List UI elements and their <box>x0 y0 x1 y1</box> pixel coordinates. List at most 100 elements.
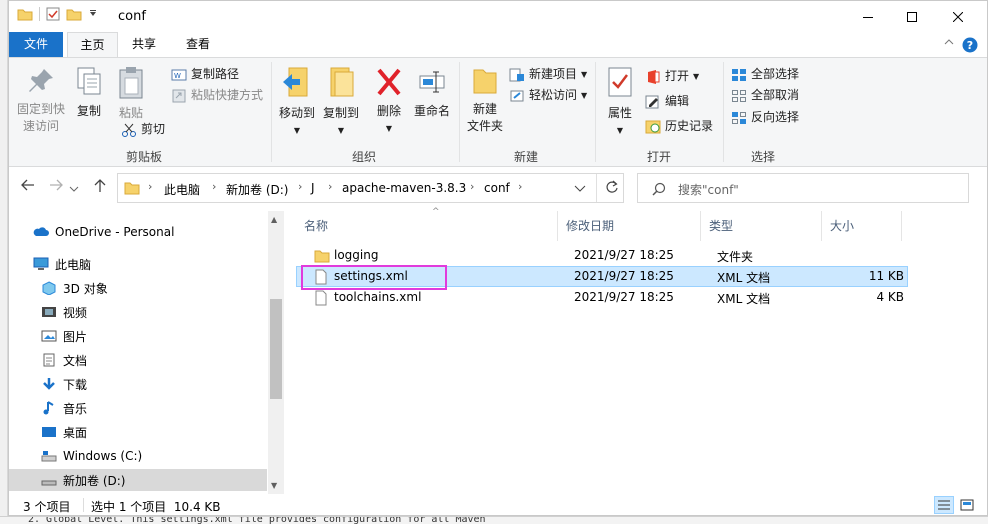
close-button[interactable] <box>935 1 981 32</box>
paste-shortcut-icon <box>172 89 186 102</box>
address-bar[interactable]: › 此电脑 › 新加卷 (D:) › J › apache-maven-3.8.… <box>117 173 624 203</box>
pin-quick-access-button[interactable]: 固定到快 速访问 <box>15 66 67 135</box>
chevron-down-icon[interactable] <box>88 9 98 19</box>
column-header-size[interactable]: 大小 <box>822 211 902 241</box>
breadcrumb-conf[interactable]: conf <box>484 181 510 195</box>
ribbon-separator <box>459 62 460 162</box>
rename-button[interactable]: 重命名 <box>411 66 453 120</box>
copy-path-button[interactable]: W 复制路径 <box>171 66 239 83</box>
cloud-icon <box>33 227 49 236</box>
navigation-pane: OneDrive - Personal 此电脑 3D 对象 视频 图片 文档 下… <box>9 211 284 494</box>
file-list: 名称 ^ 修改日期 类型 大小 logging 2021/9/27 18:25 … <box>288 207 987 494</box>
drive-icon <box>41 480 57 486</box>
easy-access-icon <box>510 90 524 101</box>
search-input[interactable]: 搜索"conf" <box>678 181 739 198</box>
open-button[interactable]: 打开 ▼ <box>645 68 699 85</box>
history-button[interactable]: 历史记录 <box>645 118 713 135</box>
copy-path-label: 复制路径 <box>191 67 240 81</box>
copy-to-button[interactable]: 复制到 ▼ <box>319 66 363 139</box>
file-row-logging[interactable]: logging 2021/9/27 18:25 文件夹 <box>296 245 908 266</box>
minimize-button[interactable] <box>845 1 891 32</box>
organize-group-label: 组织 <box>351 150 376 164</box>
nav-scrollbar[interactable]: ▲ ▼ <box>268 211 284 494</box>
delete-button[interactable]: 删除 ▼ <box>371 66 407 137</box>
nav-item-this-pc[interactable]: 此电脑 <box>9 253 267 275</box>
move-to-button[interactable]: 移动到 ▼ <box>275 66 319 139</box>
scroll-down-icon[interactable]: ▼ <box>271 481 277 490</box>
breadcrumb-drive-d[interactable]: 新加卷 (D:) <box>226 181 288 198</box>
breadcrumb-j[interactable]: J <box>311 181 315 195</box>
help-icon[interactable]: ? <box>962 37 978 56</box>
breadcrumb-maven[interactable]: apache-maven-3.8.3 <box>342 181 466 195</box>
paste-button[interactable]: 粘贴 <box>113 66 149 122</box>
tab-file[interactable]: 文件 <box>9 32 63 58</box>
recent-locations-button[interactable] <box>69 181 79 197</box>
cut-button[interactable]: 剪切 <box>121 121 165 138</box>
title-bar: conf <box>9 1 987 32</box>
file-size: 4 KB <box>876 290 904 304</box>
nav-item-3d-objects[interactable]: 3D 对象 <box>9 277 267 299</box>
new-folder-button[interactable]: 新建 文件夹 <box>463 66 507 135</box>
collapse-ribbon-icon[interactable] <box>944 36 954 50</box>
ribbon-separator <box>271 62 272 162</box>
edit-button[interactable]: 编辑 <box>645 93 689 110</box>
up-button[interactable] <box>94 179 106 197</box>
nav-item-onedrive[interactable]: OneDrive - Personal <box>9 221 267 243</box>
nav-item-downloads[interactable]: 下载 <box>9 373 267 395</box>
file-row-toolchains[interactable]: toolchains.xml 2021/9/27 18:25 XML 文档 4 … <box>296 287 908 308</box>
nav-item-videos[interactable]: 视频 <box>9 301 267 323</box>
computer-icon <box>33 257 49 270</box>
nav-item-desktop[interactable]: 桌面 <box>9 421 267 443</box>
nav-item-drive-d[interactable]: 新加卷 (D:) <box>9 469 267 491</box>
scroll-up-icon[interactable]: ▲ <box>271 215 277 224</box>
select-none-label: 全部取消 <box>751 88 800 102</box>
column-header-type[interactable]: 类型 <box>701 211 822 241</box>
paste-label: 粘贴 <box>118 106 143 120</box>
scrollbar-thumb[interactable] <box>270 299 282 399</box>
copy-button[interactable]: 复制 <box>71 66 107 120</box>
column-header-name[interactable]: 名称 <box>296 211 558 241</box>
search-box[interactable]: 搜索"conf" <box>637 173 969 203</box>
tab-home[interactable]: 主页 <box>67 32 118 58</box>
large-icons-view-button[interactable] <box>957 496 977 514</box>
select-none-button[interactable]: 全部取消 <box>731 87 799 104</box>
paste-shortcut-button[interactable]: 粘贴快捷方式 <box>171 87 263 104</box>
nav-item-pictures[interactable]: 图片 <box>9 325 267 347</box>
back-button[interactable] <box>21 179 35 195</box>
nav-item-drive-c[interactable]: Windows (C:) <box>9 445 267 467</box>
search-icon <box>652 182 666 196</box>
nav-label: OneDrive - Personal <box>55 225 175 239</box>
breadcrumb-this-pc[interactable]: 此电脑 <box>164 181 200 198</box>
maximize-button[interactable] <box>889 1 935 32</box>
chevron-down-icon <box>574 185 586 192</box>
file-date: 2021/9/27 18:25 <box>574 269 674 283</box>
forward-button[interactable] <box>49 179 63 195</box>
chevron-down-icon: ▼ <box>616 126 624 135</box>
new-folder-icon[interactable] <box>66 7 82 21</box>
easy-access-button[interactable]: 轻松访问 ▼ <box>509 87 587 104</box>
easy-access-label: 轻松访问 <box>529 88 578 102</box>
nav-item-music[interactable]: 音乐 <box>9 397 267 419</box>
address-history-button[interactable] <box>574 182 586 196</box>
svg-text:W: W <box>174 72 181 80</box>
nav-item-documents[interactable]: 文档 <box>9 349 267 371</box>
invert-selection-button[interactable]: 反向选择 <box>731 109 799 126</box>
explorer-window: conf 文件 主页 共享 查看 ? 固定到快 速访问 复制 粘贴 W 复制路径… <box>8 0 988 516</box>
select-all-button[interactable]: 全部选择 <box>731 66 799 83</box>
history-icon <box>645 120 661 133</box>
picture-icon <box>41 330 57 342</box>
details-view-button[interactable] <box>934 496 954 514</box>
tab-view[interactable]: 查看 <box>173 32 223 58</box>
properties-button[interactable]: 属性 ▼ <box>599 66 641 139</box>
refresh-button[interactable] <box>605 180 619 197</box>
select-all-label: 全部选择 <box>751 67 800 81</box>
column-header-date[interactable]: 修改日期 <box>558 211 701 241</box>
new-folder-icon <box>473 69 497 94</box>
new-folder-label: 新建 文件夹 <box>466 102 503 133</box>
properties-icon[interactable] <box>46 7 60 21</box>
pin-icon <box>29 69 53 92</box>
rename-icon <box>419 71 445 93</box>
tab-share[interactable]: 共享 <box>120 32 168 58</box>
new-item-button[interactable]: 新建项目 ▼ <box>509 66 587 83</box>
cut-label: 剪切 <box>141 122 166 136</box>
